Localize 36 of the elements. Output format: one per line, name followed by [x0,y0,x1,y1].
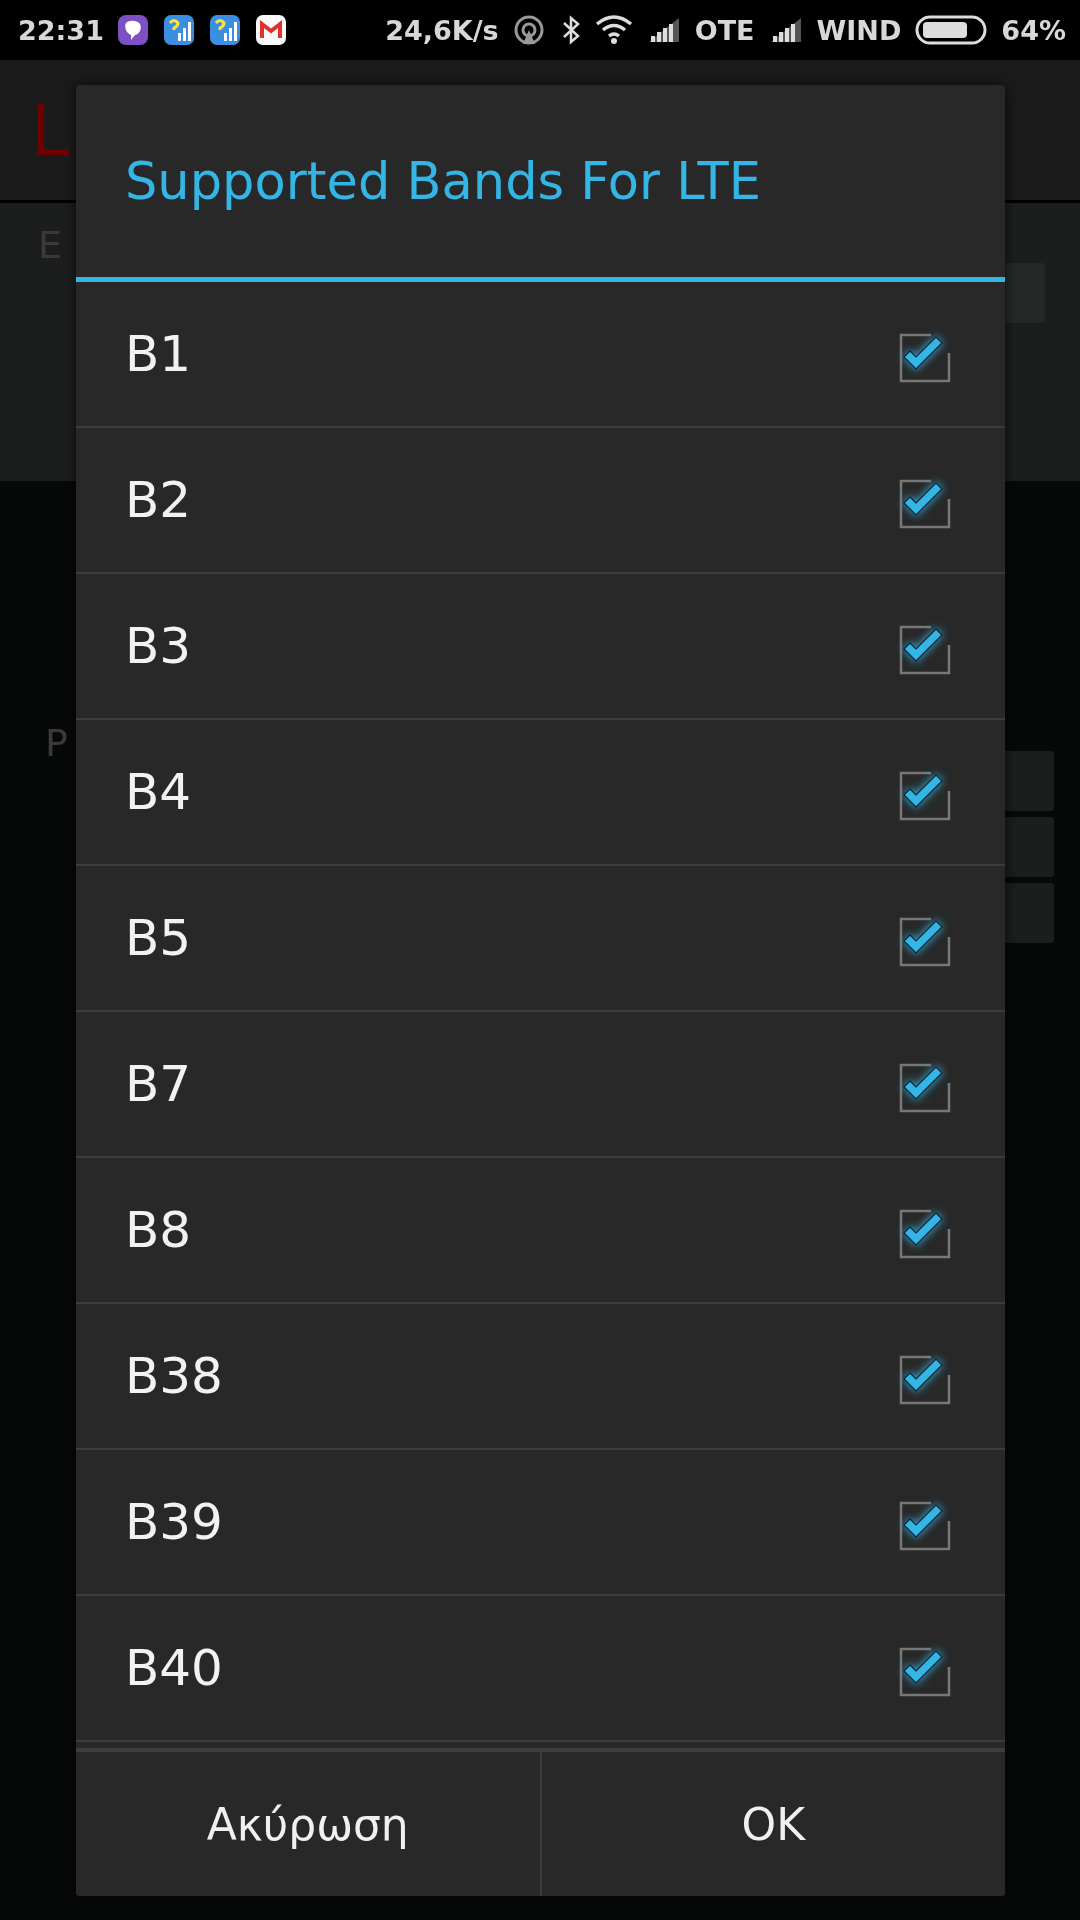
battery-percent: 64% [1001,14,1066,46]
band-row[interactable]: B3 [76,574,1005,720]
signal-app-icon [161,13,196,47]
band-row[interactable]: B38 [76,1304,1005,1450]
app-title: L [30,88,71,172]
network-speed: 24,6K/s [385,14,499,46]
band-row[interactable]: B2 [76,428,1005,574]
carrier-name: OTE [694,14,755,46]
band-label: B1 [125,325,193,383]
band-row[interactable]: B40 [76,1596,1005,1742]
signal-app-icon [207,13,242,47]
cancel-button[interactable]: Ακύρωση [76,1752,540,1896]
band-row[interactable]: B1 [76,282,1005,428]
wifi-icon [594,14,633,46]
band-row[interactable]: B7 [76,1012,1005,1158]
chat-app-icon [115,13,150,47]
band-label: B39 [125,1493,224,1551]
band-label: B7 [125,1055,193,1113]
band-row[interactable]: B4 [76,720,1005,866]
band-row[interactable]: B39 [76,1450,1005,1596]
band-label: B40 [125,1639,224,1697]
carrier-name: WIND [816,14,902,46]
ok-button[interactable]: OK [539,1752,1005,1896]
dialog-title: Supported Bands For LTE [76,85,1005,282]
band-label: B5 [125,909,193,967]
band-label: B2 [125,471,193,529]
band-label: B3 [125,617,193,675]
band-row[interactable]: B8 [76,1158,1005,1304]
band-label: B4 [125,763,193,821]
mail-icon [253,13,288,47]
band-label: B38 [125,1347,224,1405]
band-row[interactable]: B5 [76,866,1005,1012]
clock: 22:31 [18,14,104,46]
battery-icon [915,14,988,46]
hotspot-icon [512,14,545,46]
band-label: B8 [125,1201,193,1259]
